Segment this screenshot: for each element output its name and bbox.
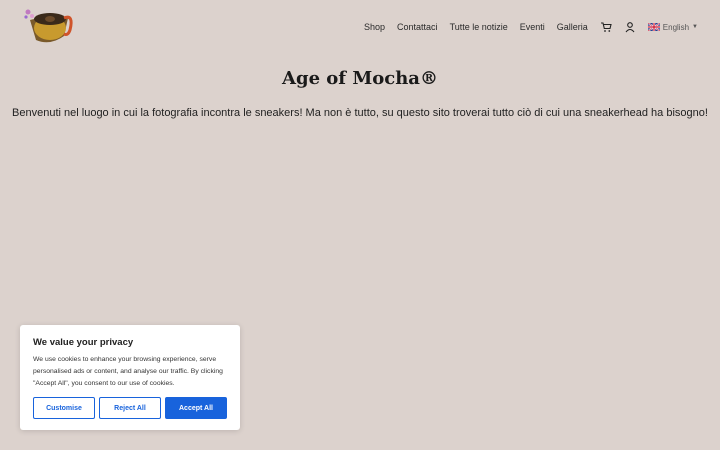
cookie-description: We use cookies to enhance your browsing … (33, 356, 223, 387)
nav-tutte-le-notizie[interactable]: Tutte le notizie (450, 22, 508, 32)
accept-all-button[interactable]: Accept All (165, 397, 227, 419)
cookie-title: We value your privacy (33, 337, 134, 348)
cookie-consent-banner: We value your privacy We use cookies to … (20, 325, 240, 430)
site-header: Shop Contattaci Tutte le notizie Eventi … (0, 0, 720, 54)
nav-contattaci[interactable]: Contattaci (397, 22, 438, 32)
reject-all-button[interactable]: Reject All (99, 397, 161, 419)
site-logo[interactable] (20, 6, 78, 48)
nav-eventi[interactable]: Eventi (520, 22, 545, 32)
language-switcher[interactable]: English ▼ (647, 22, 698, 32)
nav-galleria[interactable]: Galleria (557, 22, 588, 32)
nav-shop[interactable]: Shop (364, 22, 385, 32)
user-icon[interactable] (624, 21, 636, 33)
intro-text: Benvenuti nel luogo in cui la fotografia… (12, 107, 708, 119)
cart-icon[interactable] (600, 21, 612, 33)
language-label: English (662, 22, 690, 32)
uk-flag-icon (647, 23, 660, 31)
page-title: Age of Mocha® (282, 68, 438, 89)
chevron-down-icon: ▼ (692, 24, 698, 30)
cookie-actions: Customise Reject All Accept All (33, 397, 227, 419)
customise-button[interactable]: Customise (33, 397, 95, 419)
main-nav: Shop Contattaci Tutte le notizie Eventi … (364, 18, 698, 36)
